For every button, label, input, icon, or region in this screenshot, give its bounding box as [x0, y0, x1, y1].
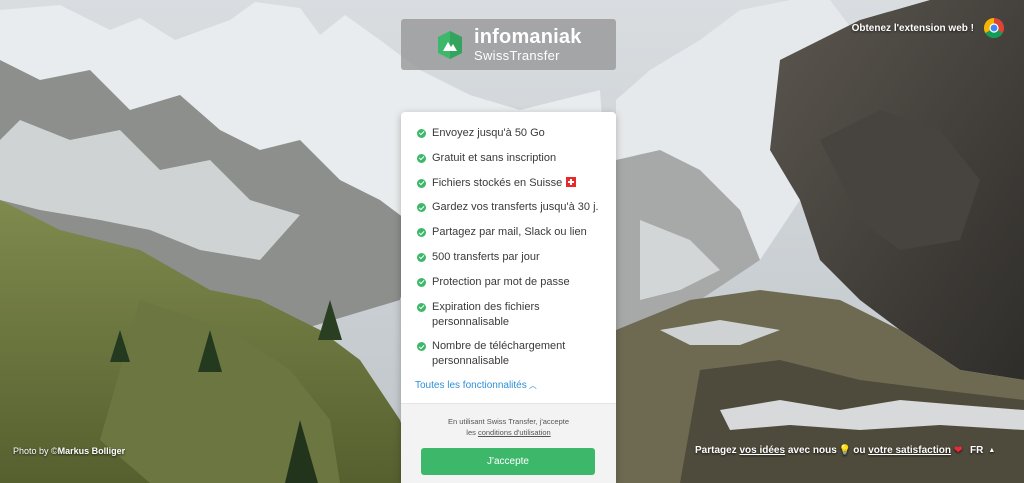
feature-label: Expiration des fichiers personnalisable — [432, 300, 540, 328]
all-features-link[interactable]: Toutes les fonctionnalités ︿ — [401, 379, 616, 391]
features-card: Envoyez jusqu'à 50 Go Gratuit et sans in… — [401, 112, 616, 483]
features-list: Envoyez jusqu'à 50 Go Gratuit et sans in… — [401, 112, 616, 369]
check-icon — [417, 153, 426, 163]
feature-label: Gratuit et sans inscription — [432, 151, 557, 164]
feature-item: 500 transferts par jour — [417, 250, 616, 265]
swiss-flag-icon — [566, 176, 577, 187]
ideas-link[interactable]: vos idées — [739, 445, 785, 456]
feature-label: Protection par mot de passe — [432, 275, 570, 288]
feature-item: Nombre de téléchargement personnalisable — [417, 339, 577, 369]
feature-label: Gardez vos transferts jusqu'à 30 j. — [432, 201, 599, 214]
product-name: SwissTransfer — [474, 48, 560, 63]
check-icon — [417, 252, 426, 262]
lightbulb-icon: 💡 — [838, 445, 852, 456]
chevron-up-icon: ︿ — [528, 381, 537, 391]
language-selector[interactable]: FR ▲ — [970, 445, 995, 456]
satisfaction-link[interactable]: votre satisfaction — [868, 445, 951, 456]
feature-item: Expiration des fichiers personnalisable — [417, 300, 567, 330]
check-icon — [417, 129, 426, 138]
feature-item: Fichiers stockés en Suisse — [417, 176, 616, 191]
swisstransfer-logo-icon — [438, 30, 462, 59]
photo-credit-prefix: Photo by © — [13, 446, 58, 456]
feature-label: Partagez par mail, Slack ou lien — [432, 226, 587, 239]
photo-credit: Photo by ©Markus Bolliger — [13, 446, 125, 456]
check-icon — [417, 302, 426, 312]
feature-item: Gratuit et sans inscription — [417, 151, 616, 166]
consent-section: En utilisant Swiss Transfer, j'accepte l… — [401, 403, 616, 483]
feature-item: Gardez vos transferts jusqu'à 30 j. — [417, 200, 616, 215]
feature-item: Partagez par mail, Slack ou lien — [417, 225, 616, 240]
feedback-prefix: Partagez — [695, 445, 737, 456]
all-features-label: Toutes les fonctionnalités — [415, 380, 527, 392]
check-icon — [417, 277, 426, 287]
consent-line1: En utilisant Swiss Transfer, j'accepte — [447, 417, 570, 426]
check-icon — [417, 203, 426, 213]
check-icon — [417, 342, 426, 352]
logo[interactable]: infomaniak SwissTransfer — [401, 19, 616, 70]
feature-label: Fichiers stockés en Suisse — [432, 176, 563, 189]
terms-link[interactable]: conditions d'utilisation — [478, 428, 551, 437]
feedback-or: ou — [853, 445, 866, 456]
extension-label: Obtenez l'extension web ! — [851, 22, 974, 34]
caret-up-icon: ▲ — [988, 447, 996, 454]
consent-prefix: les — [466, 428, 476, 437]
brand-name: infomaniak — [474, 26, 582, 48]
feature-label: 500 transferts par jour — [432, 250, 540, 263]
photo-credit-author: Markus Bolliger — [57, 446, 126, 456]
accept-button[interactable]: J'accepte — [421, 448, 595, 475]
feature-label: Nombre de téléchargement personnalisable — [432, 340, 566, 368]
check-icon — [417, 228, 426, 238]
check-icon — [417, 178, 426, 188]
chrome-icon — [984, 18, 1004, 38]
feature-item: Envoyez jusqu'à 50 Go — [417, 126, 616, 141]
extension-link[interactable]: Obtenez l'extension web ! — [852, 18, 1004, 38]
feedback-bar: Partagez vos idées avec nous 💡 ou votre sa… — [695, 445, 962, 456]
feature-item: Protection par mot de passe — [417, 275, 616, 290]
feature-label: Envoyez jusqu'à 50 Go — [432, 127, 545, 139]
heart-icon: ❤ — [954, 445, 963, 456]
language-label: FR — [970, 445, 984, 456]
feedback-middle: avec nous — [787, 445, 837, 456]
consent-text: En utilisant Swiss Transfer, j'accepte l… — [401, 416, 616, 438]
